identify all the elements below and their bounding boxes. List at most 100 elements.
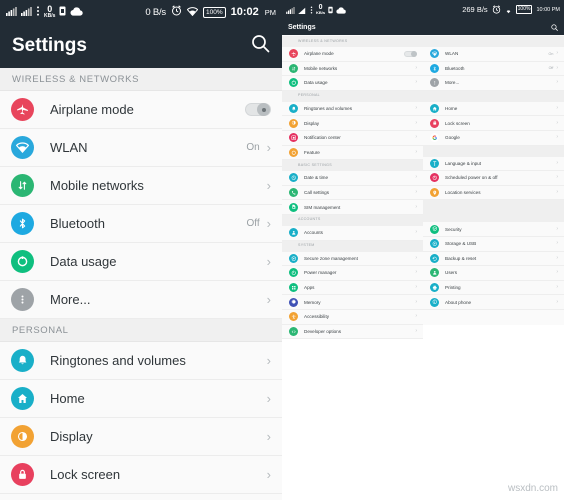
settings-row-security[interactable]: Security › xyxy=(423,222,564,237)
security-icon xyxy=(430,224,439,234)
status-bar-left-icons: 0 KB/s xyxy=(6,3,145,21)
settings-row-accounts[interactable]: Accounts › xyxy=(282,225,423,241)
network-speed-label: 269 B/s xyxy=(462,5,488,14)
airplane-mode-toggle[interactable] xyxy=(245,103,271,116)
users-icon xyxy=(430,268,439,278)
chevron-right-icon: › xyxy=(266,353,271,368)
settings-row-wlan[interactable]: WLAN On › xyxy=(0,129,282,167)
settings-row-power-manager[interactable]: Power manager › xyxy=(282,266,423,281)
right-column-right[interactable]: .WLANOn›BluetoothOff›More...›.Home›Lock … xyxy=(423,36,564,339)
settings-row-more[interactable]: More... › xyxy=(0,281,282,319)
settings-row-apps[interactable]: Apps › xyxy=(282,280,423,296)
settings-row-label: Lock screen xyxy=(50,467,121,482)
settings-row-language-input[interactable]: Language & input › xyxy=(423,156,564,172)
clock-icon xyxy=(289,173,298,183)
settings-row-date-time[interactable]: Date & time › xyxy=(282,171,423,186)
settings-row-developer-options[interactable]: Developer options › xyxy=(282,324,423,340)
settings-row-value: On xyxy=(246,142,260,153)
settings-row-label: WLAN xyxy=(50,140,88,155)
settings-row-label: Backup & reset xyxy=(445,255,477,261)
right-column-left[interactable]: WIRELESS & NETWORKS Airplane mode Mobile n… xyxy=(282,36,423,340)
settings-row-airplane-mode[interactable]: Airplane mode xyxy=(282,47,423,62)
settings-row-label: More... xyxy=(445,80,460,86)
settings-row-home[interactable]: Home › xyxy=(0,380,282,418)
chevron-right-icon: › xyxy=(556,269,558,276)
shield-icon xyxy=(289,253,298,263)
right-settings-grid[interactable]: WIRELESS & NETWORKS Airplane mode Mobile n… xyxy=(282,36,564,340)
settings-row-scheduled-power-on-off[interactable]: Scheduled power on & off › xyxy=(423,171,564,186)
settings-row-bluetooth[interactable]: Bluetooth Off › xyxy=(423,61,564,77)
lock-icon xyxy=(430,118,439,128)
data-usage-icon xyxy=(289,78,298,88)
settings-row-sim-management[interactable]: SIM management › xyxy=(282,200,423,215)
section-header: SYSTEM xyxy=(282,240,423,252)
section-header: PERSONAL xyxy=(0,319,282,342)
right-settings-body: WIRELESS & NETWORKS Airplane mode Mobile n… xyxy=(282,35,564,340)
wifi-icon xyxy=(186,3,199,21)
settings-row-display[interactable]: Display › xyxy=(282,116,423,131)
chevron-right-icon: › xyxy=(556,50,558,57)
settings-row-display[interactable]: Display › xyxy=(0,418,282,456)
settings-row-google[interactable]: Google › xyxy=(423,130,564,146)
settings-row-notification-center[interactable]: Notification center › xyxy=(282,130,423,146)
settings-row-lock-screen[interactable]: Lock screen › xyxy=(423,116,564,131)
location-icon xyxy=(430,188,439,198)
home-icon xyxy=(11,387,34,410)
settings-row-storage-usb[interactable]: Storage & USB › xyxy=(423,236,564,252)
settings-row-ringtones-and-volumes[interactable]: Ringtones and volumes › xyxy=(0,342,282,380)
settings-row-label: Lock screen xyxy=(445,120,470,126)
more-dots-icon xyxy=(430,78,439,88)
settings-row-more[interactable]: More... › xyxy=(423,76,564,91)
settings-row-data-usage[interactable]: Data usage › xyxy=(0,243,282,281)
chevron-right-icon: › xyxy=(556,64,558,71)
settings-row-mobile-networks[interactable]: Mobile networks › xyxy=(0,167,282,205)
settings-row-secure-zone-management[interactable]: Secure zone management › xyxy=(282,251,423,267)
settings-row-label: About phone xyxy=(445,299,472,305)
settings-row-data-usage[interactable]: Data usage › xyxy=(282,76,423,91)
settings-row-wlan[interactable]: WLAN On › xyxy=(423,47,564,62)
bell-icon xyxy=(11,349,34,372)
bell-icon xyxy=(289,104,298,114)
settings-row-printing[interactable]: Printing › xyxy=(423,280,564,296)
accessibility-icon xyxy=(289,312,298,322)
settings-row-label: Display xyxy=(304,120,320,126)
bluetooth-icon xyxy=(11,212,34,235)
search-icon[interactable] xyxy=(251,34,270,58)
settings-row-users[interactable]: Users › xyxy=(423,266,564,281)
printer-icon xyxy=(430,283,439,293)
chevron-right-icon: › xyxy=(556,240,558,247)
settings-row-mobile-networks[interactable]: Mobile networks › xyxy=(282,61,423,77)
section-header: WIRELESS & NETWORKS xyxy=(0,68,282,91)
settings-row-label: Display xyxy=(50,429,93,444)
settings-row-ringtones-and-volumes[interactable]: Ringtones and volumes › xyxy=(282,101,423,117)
airplane-mode-toggle[interactable] xyxy=(404,50,417,58)
chevron-right-icon: › xyxy=(415,203,417,210)
settings-row-call-settings[interactable]: Call settings › xyxy=(282,185,423,201)
settings-row-lock-screen[interactable]: Lock screen › xyxy=(0,456,282,494)
settings-row-feature[interactable]: Feature › xyxy=(282,145,423,161)
settings-row-accessibility[interactable]: Accessibility › xyxy=(282,309,423,325)
settings-row-label: Developer options xyxy=(304,328,342,334)
settings-row-label: Notification center xyxy=(304,135,341,141)
chevron-right-icon: › xyxy=(415,134,417,141)
apps-icon xyxy=(289,283,298,293)
settings-row-notification-center[interactable]: Notification center› xyxy=(0,494,282,500)
search-icon[interactable] xyxy=(551,18,558,36)
left-settings-list[interactable]: WIRELESS & NETWORKS Airplane mode WLAN On › M… xyxy=(0,68,282,500)
data-rate-unit: KB/s xyxy=(316,10,326,15)
settings-row-airplane-mode[interactable]: Airplane mode xyxy=(0,91,282,129)
left-phone-screen: 0 KB/s 0 B/s 100% 10:02 PM Settings WIRE… xyxy=(0,0,282,500)
settings-row-location-services[interactable]: Location services › xyxy=(423,185,564,201)
signal-bars-icon xyxy=(286,1,295,19)
clock-time: 10:02 xyxy=(230,6,259,18)
settings-row-label: More... xyxy=(50,292,91,307)
chevron-right-icon: › xyxy=(556,189,558,196)
settings-row-bluetooth[interactable]: Bluetooth Off › xyxy=(0,205,282,243)
settings-row-label: Airplane mode xyxy=(50,102,134,117)
settings-row-about-phone[interactable]: About phone › xyxy=(423,295,564,310)
settings-row-home[interactable]: Home › xyxy=(423,101,564,117)
settings-row-backup-reset[interactable]: Backup & reset › xyxy=(423,251,564,267)
chevron-right-icon: › xyxy=(415,64,417,71)
data-rate-indicator: 0 KB/s xyxy=(316,4,325,15)
settings-row-memory[interactable]: Memory › xyxy=(282,295,423,310)
